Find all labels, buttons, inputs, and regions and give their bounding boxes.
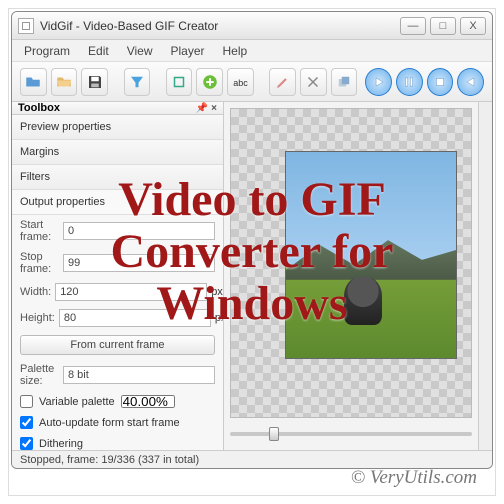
minimize-button[interactable]: —: [400, 17, 426, 35]
pause-button[interactable]: [396, 68, 423, 96]
crop-icon[interactable]: [166, 68, 193, 96]
stop-frame-label: Stop frame:: [20, 251, 59, 275]
close-button[interactable]: X: [460, 17, 486, 35]
width-label: Width:: [20, 286, 51, 298]
app-icon: [18, 18, 34, 34]
dithering-checkbox[interactable]: [20, 437, 33, 450]
save-icon[interactable]: [81, 68, 108, 96]
preview-area: [224, 102, 478, 450]
add-icon[interactable]: [196, 68, 223, 96]
variable-palette-label: Variable palette: [39, 396, 115, 408]
play-button[interactable]: [365, 68, 392, 96]
stop-button[interactable]: [427, 68, 454, 96]
palette-size-input[interactable]: [63, 366, 215, 384]
menu-help[interactable]: Help: [221, 42, 250, 60]
auto-update-label: Auto-update form start frame: [39, 417, 180, 429]
menubar: Program Edit View Player Help: [12, 40, 492, 62]
stop-frame-input[interactable]: [63, 254, 215, 272]
start-frame-label: Start frame:: [20, 219, 59, 243]
menu-edit[interactable]: Edit: [86, 42, 111, 60]
app-window: VidGif - Video-Based GIF Creator — □ X P…: [11, 11, 493, 469]
auto-update-checkbox[interactable]: [20, 416, 33, 429]
height-input[interactable]: [59, 309, 211, 327]
from-current-frame-button[interactable]: From current frame: [20, 335, 215, 355]
watermark: © VeryUtils.com: [351, 467, 477, 489]
section-filters[interactable]: Filters: [12, 165, 223, 190]
slider-knob[interactable]: [269, 427, 279, 441]
preview-canvas[interactable]: [230, 108, 472, 418]
section-preview-properties[interactable]: Preview properties: [12, 115, 223, 140]
edit-icon[interactable]: [269, 68, 296, 96]
palette-size-label: Palette size:: [20, 363, 59, 387]
toolbox-title: Toolbox: [18, 102, 60, 114]
variable-palette-checkbox[interactable]: [20, 395, 33, 408]
width-input[interactable]: [55, 283, 207, 301]
statusbar: Stopped, frame: 19/336 (337 in total): [12, 450, 492, 468]
dithering-label: Dithering: [39, 438, 83, 450]
open-file-icon[interactable]: [20, 68, 47, 96]
window-title: VidGif - Video-Based GIF Creator: [40, 19, 218, 33]
section-output-properties[interactable]: Output properties: [12, 190, 223, 215]
section-margins[interactable]: Margins: [12, 140, 223, 165]
open-folder-icon[interactable]: [51, 68, 78, 96]
height-label: Height:: [20, 312, 55, 324]
pin-icon[interactable]: 📌 ×: [196, 103, 217, 114]
titlebar[interactable]: VidGif - Video-Based GIF Creator — □ X: [12, 12, 492, 40]
vertical-scrollbar[interactable]: [478, 102, 492, 450]
menu-program[interactable]: Program: [22, 42, 72, 60]
variable-palette-value[interactable]: [121, 395, 175, 408]
filter-icon[interactable]: [124, 68, 151, 96]
status-text: Stopped, frame: 19/336 (337 in total): [20, 454, 199, 466]
maximize-button[interactable]: □: [430, 17, 456, 35]
text-icon[interactable]: abc: [227, 68, 254, 96]
prev-frame-button[interactable]: [457, 68, 484, 96]
toolbox-panel: Toolbox 📌 × Preview properties Margins F…: [12, 102, 224, 450]
menu-player[interactable]: Player: [169, 42, 207, 60]
svg-text:abc: abc: [234, 77, 249, 87]
frame-slider[interactable]: [230, 424, 472, 444]
menu-view[interactable]: View: [125, 42, 155, 60]
start-frame-input[interactable]: [63, 222, 215, 240]
layer-icon[interactable]: [331, 68, 358, 96]
cut-icon[interactable]: [300, 68, 327, 96]
video-frame: [285, 151, 457, 359]
width-unit: px: [211, 286, 223, 298]
toolbar: abc: [12, 62, 492, 102]
